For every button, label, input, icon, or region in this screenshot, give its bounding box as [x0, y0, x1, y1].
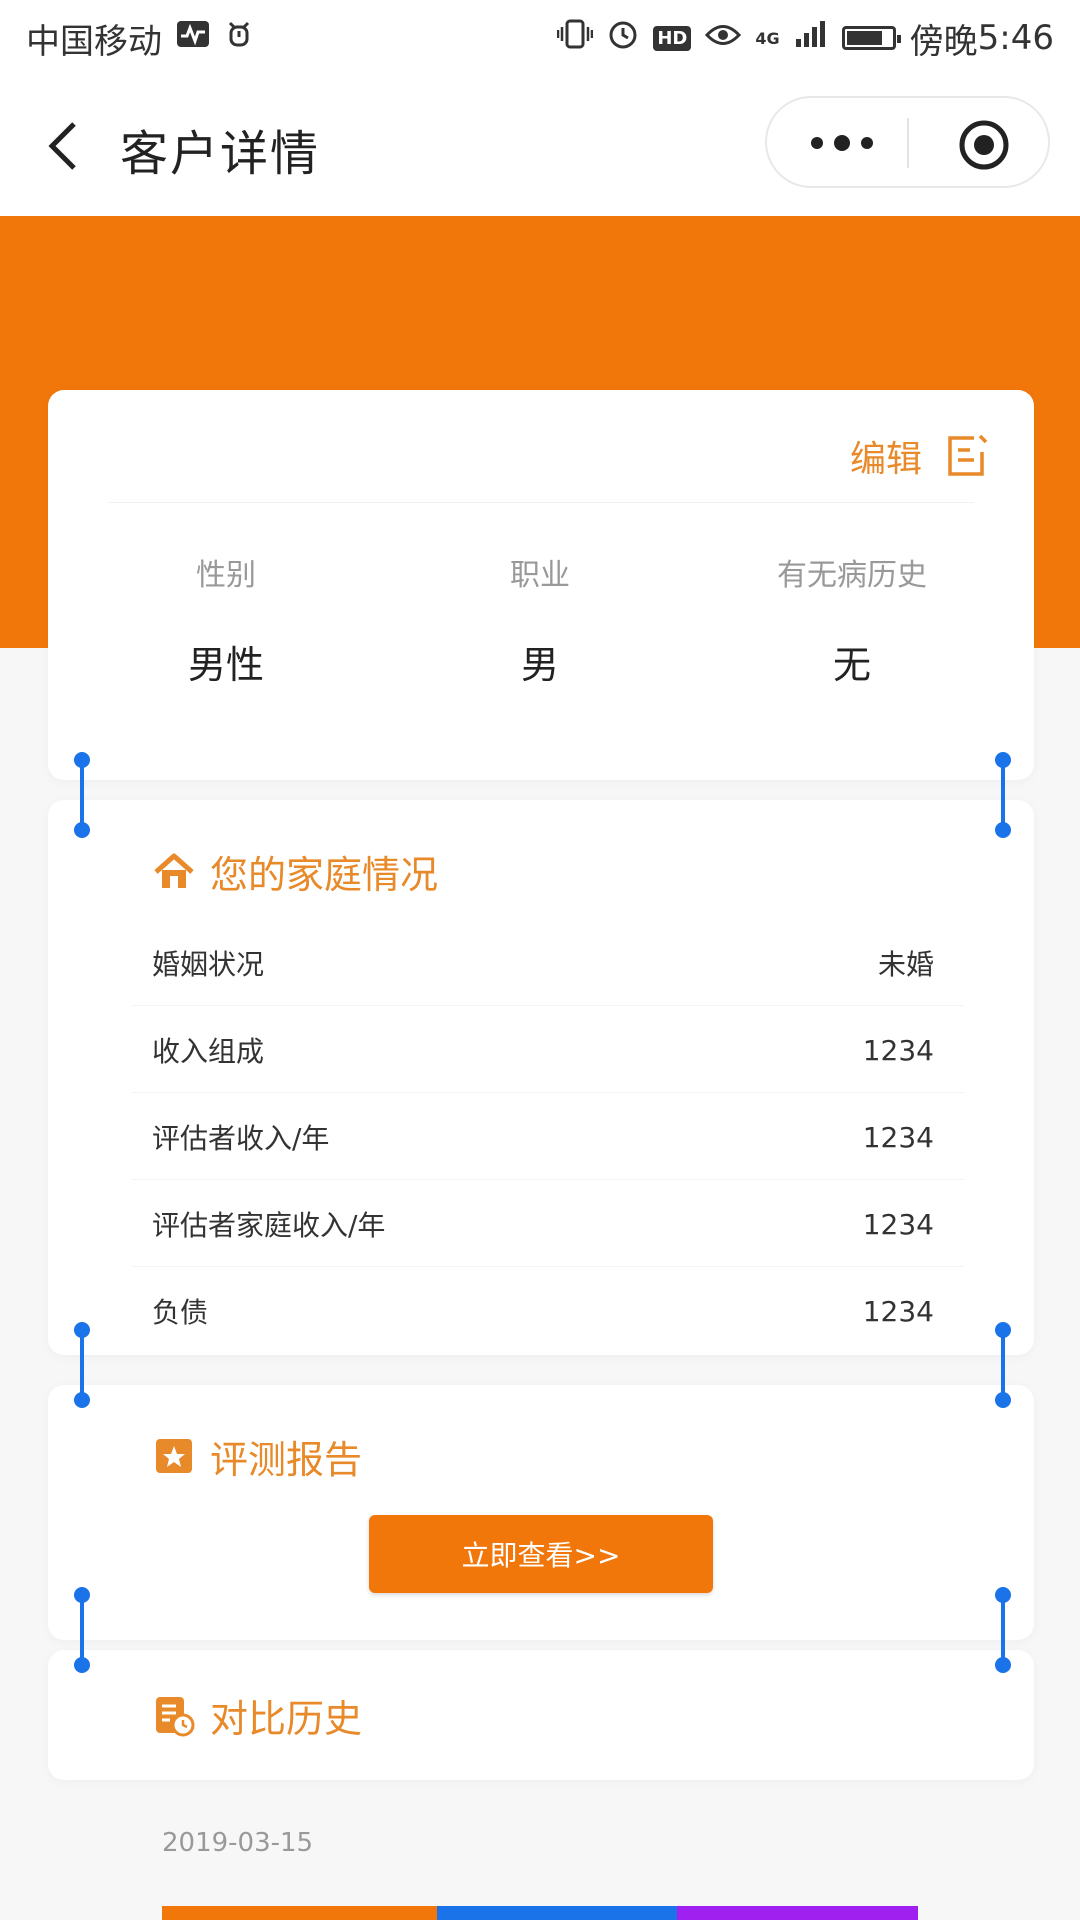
info-row-debt: 负债 1234 — [152, 1268, 934, 1354]
vibrate-icon — [557, 19, 594, 57]
row-value: 1234 — [862, 1120, 934, 1154]
more-icon[interactable] — [807, 128, 877, 158]
title-bar: 客户详情 — [0, 76, 1080, 216]
bar-segment-orange — [162, 1906, 437, 1920]
status-bar-left: 中国移动 — [26, 14, 254, 63]
attr-label: 职业 — [510, 558, 570, 593]
profile-divider — [108, 502, 974, 503]
row-value: 1234 — [862, 1294, 934, 1328]
report-title: 评测报告 — [210, 1438, 363, 1482]
report-section-title: 评测报告 — [152, 1429, 362, 1484]
selection-handle-right-1[interactable] — [995, 752, 1011, 838]
selection-handle-left-1[interactable] — [74, 752, 90, 838]
signal-icon — [794, 19, 828, 57]
attr-medical-history: 有无病历史 无 — [702, 550, 1002, 689]
view-report-button[interactable]: 立即查看>> — [369, 1515, 713, 1593]
selection-handle-right-3[interactable] — [995, 1587, 1011, 1673]
row-value: 1234 — [862, 1207, 934, 1241]
row-label: 婚姻状况 — [152, 948, 265, 981]
family-card: 您的家庭情况 婚姻状况 未婚 收入组成 1234 评估者收入/年 1234 评估… — [48, 800, 1034, 1355]
history-section-title: 对比历史 — [152, 1688, 362, 1743]
network-type: 4G — [755, 28, 780, 48]
row-label: 收入组成 — [152, 1035, 265, 1068]
selection-handle-left-2[interactable] — [74, 1322, 90, 1408]
row-label: 负债 — [152, 1296, 209, 1329]
family-title: 您的家庭情况 — [210, 853, 439, 897]
bar-segment-purple — [677, 1906, 918, 1920]
family-section-title: 您的家庭情况 — [152, 844, 438, 899]
report-star-icon — [156, 1438, 192, 1473]
edit-label: 编辑 — [849, 439, 922, 480]
page-title: 客户详情 — [120, 126, 321, 182]
back-arrow-icon[interactable] — [40, 116, 100, 176]
attr-value: 男 — [520, 643, 559, 687]
carrier-name: 中国移动 — [26, 21, 162, 62]
battery-fill — [846, 31, 882, 45]
time-prefix: 傍晚 — [909, 21, 978, 62]
clock: 5:46 — [977, 18, 1054, 58]
battery-icon — [841, 26, 901, 50]
row-value: 1234 — [862, 1033, 934, 1067]
row-label: 评估者家庭收入/年 — [152, 1209, 386, 1242]
close-target-icon[interactable] — [957, 118, 1011, 172]
edit-button[interactable]: 编辑 — [850, 430, 988, 482]
selection-handle-right-2[interactable] — [995, 1322, 1011, 1408]
status-bar-right: HD 4G 傍晚 5:46 — [557, 14, 1054, 63]
profile-card: 编辑 性别 男性 职业 男 有无病历史 无 — [48, 390, 1034, 780]
row-label: 评估者收入/年 — [152, 1122, 330, 1155]
info-row-household-income: 评估者家庭收入/年 1234 — [132, 1181, 964, 1267]
attr-value: 无 — [832, 643, 871, 687]
report-card: 评测报告 立即查看>> — [48, 1385, 1034, 1640]
history-card: 对比历史 — [48, 1650, 1034, 1780]
attr-occupation: 职业 男 — [390, 550, 690, 689]
attr-label: 性别 — [196, 558, 256, 593]
history-date: 2019-03-15 — [162, 1828, 314, 1858]
selection-handle-left-3[interactable] — [74, 1587, 90, 1673]
alarm-bell-icon — [224, 19, 254, 57]
attr-label: 有无病历史 — [777, 558, 927, 593]
edit-icon — [948, 434, 988, 476]
hd-badge: HD — [653, 25, 692, 51]
alarm-clock-icon — [607, 18, 639, 58]
eye-icon — [705, 21, 742, 56]
info-row-assessor-income: 评估者收入/年 1234 — [132, 1094, 964, 1180]
info-row-income-composition: 收入组成 1234 — [132, 1007, 964, 1093]
bar-segment-blue — [437, 1906, 677, 1920]
history-document-icon — [156, 1696, 195, 1736]
capsule-divider — [907, 118, 909, 168]
mini-program-capsule — [765, 96, 1050, 188]
history-title: 对比历史 — [210, 1697, 363, 1741]
info-row-marital: 婚姻状况 未婚 — [132, 920, 964, 1006]
row-value: 未婚 — [877, 948, 934, 981]
history-chart-bar — [162, 1906, 918, 1920]
home-icon — [154, 853, 194, 888]
attr-value: 男性 — [187, 643, 264, 687]
activity-icon — [176, 20, 210, 56]
status-bar: 中国移动 HD 4G 傍晚 5:46 — [0, 0, 1080, 76]
attr-gender: 性别 男性 — [76, 550, 376, 689]
